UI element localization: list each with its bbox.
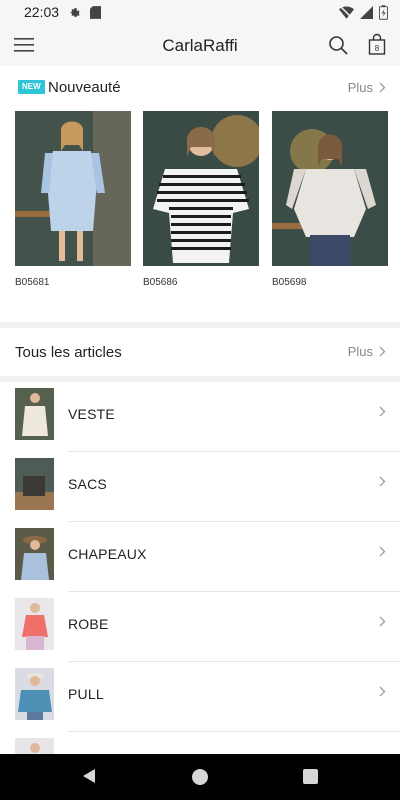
recent-apps-icon[interactable] (303, 769, 318, 784)
shopping-bag-icon[interactable]: 8 (368, 33, 386, 55)
product-code: B05681 (15, 277, 50, 288)
category-row-pull[interactable]: PULL (0, 662, 400, 732)
category-row-robe[interactable]: ROBE (0, 592, 400, 662)
new-arrivals-carousel[interactable]: B05681 B05686 B05698 (15, 111, 400, 311)
product-card[interactable]: B05681 (15, 111, 131, 288)
all-articles-header: Tous les articles Plus (0, 328, 400, 376)
category-label: ROBE (68, 616, 109, 632)
product-card[interactable]: B05686 (143, 111, 259, 288)
chevron-right-icon (379, 686, 386, 697)
new-arrivals-more-link[interactable]: Plus (348, 80, 386, 95)
back-icon[interactable] (82, 768, 96, 784)
sd-card-icon (90, 5, 102, 19)
category-thumbnail (15, 528, 54, 580)
category-label: VESTE (68, 406, 115, 422)
status-time: 22:03 (24, 4, 60, 20)
battery-icon (379, 4, 388, 20)
all-articles-title: Tous les articles (15, 344, 122, 361)
settings-icon (70, 7, 81, 17)
product-code: B05698 (272, 277, 307, 288)
chevron-right-icon (379, 82, 386, 93)
new-badge: NEW (18, 80, 45, 94)
bag-count: 8 (375, 44, 380, 53)
more-label: Plus (347, 344, 373, 359)
app-bar: CarlaRaffi 8 (0, 24, 400, 66)
product-photo[interactable] (272, 111, 388, 266)
product-photo[interactable] (15, 111, 131, 266)
chevron-right-icon (379, 406, 386, 417)
category-label: PULL (68, 686, 104, 702)
all-articles-more-link[interactable]: Plus (348, 344, 386, 359)
home-icon[interactable] (192, 769, 208, 785)
category-label: CHAPEAUX (68, 546, 147, 562)
new-arrivals-section: NEW Nouveauté Plus B05681 B05686 B05698 (0, 66, 400, 322)
signal-icon (360, 5, 373, 19)
category-thumbnail (15, 668, 54, 720)
system-navigation-bar (0, 754, 400, 800)
chevron-right-icon (379, 346, 386, 357)
new-arrivals-header: NEW Nouveauté Plus (0, 66, 400, 110)
product-photo[interactable] (143, 111, 259, 266)
status-bar: 22:03 (0, 0, 400, 24)
chevron-right-icon (379, 476, 386, 487)
chevron-right-icon (379, 546, 386, 557)
category-thumbnail (15, 598, 54, 650)
new-arrivals-title: Nouveauté (48, 79, 121, 96)
search-icon[interactable] (328, 35, 348, 55)
product-card[interactable]: B05698 (272, 111, 388, 288)
category-label: SACS (68, 476, 107, 492)
category-list[interactable]: VESTE SACS CHAPEAUX ROBE PULL (0, 382, 400, 754)
chevron-right-icon (379, 616, 386, 627)
category-row-veste[interactable]: VESTE (0, 382, 400, 452)
more-label: Plus (347, 80, 373, 95)
category-row-chapeaux[interactable]: CHAPEAUX (0, 522, 400, 592)
category-row-partial[interactable] (0, 732, 400, 754)
product-code: B05686 (143, 277, 178, 288)
category-thumbnail (15, 388, 54, 440)
wifi-off-icon (339, 6, 354, 19)
category-thumbnail (15, 458, 54, 510)
category-thumbnail (15, 738, 54, 754)
category-row-sacs[interactable]: SACS (0, 452, 400, 522)
